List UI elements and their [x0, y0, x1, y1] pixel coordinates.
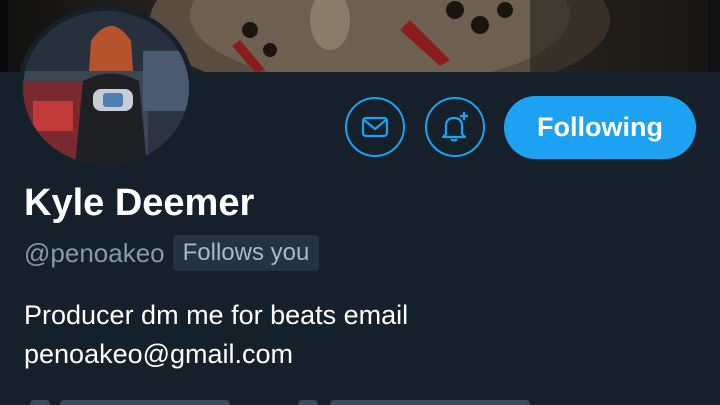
banner-edge [708, 0, 720, 72]
follows-you-badge: Follows you [172, 235, 320, 271]
notifications-button[interactable] [425, 97, 485, 157]
profile-bio: Producer dm me for beats email penoakeo@… [24, 296, 684, 374]
location-icon [30, 400, 50, 405]
message-button[interactable] [345, 97, 405, 157]
meta-item [60, 400, 230, 405]
following-button[interactable]: Following [504, 96, 696, 159]
profile-handle: @penoakeo [24, 238, 165, 268]
profile-page: Following Kyle Deemer @penoakeo Follows … [0, 0, 720, 405]
mail-icon [361, 116, 389, 138]
bell-plus-icon [441, 112, 468, 142]
profile-meta-row [0, 396, 720, 405]
handle-row: @penoakeo Follows you [24, 234, 320, 272]
profile-name: Kyle Deemer [24, 182, 255, 224]
avatar-image [23, 11, 189, 165]
meta-item [330, 400, 530, 405]
bio-email[interactable]: penoakeo@gmail.com [24, 335, 684, 374]
bio-line: Producer dm me for beats email [24, 300, 409, 330]
avatar[interactable] [18, 6, 194, 170]
calendar-icon [298, 400, 318, 405]
